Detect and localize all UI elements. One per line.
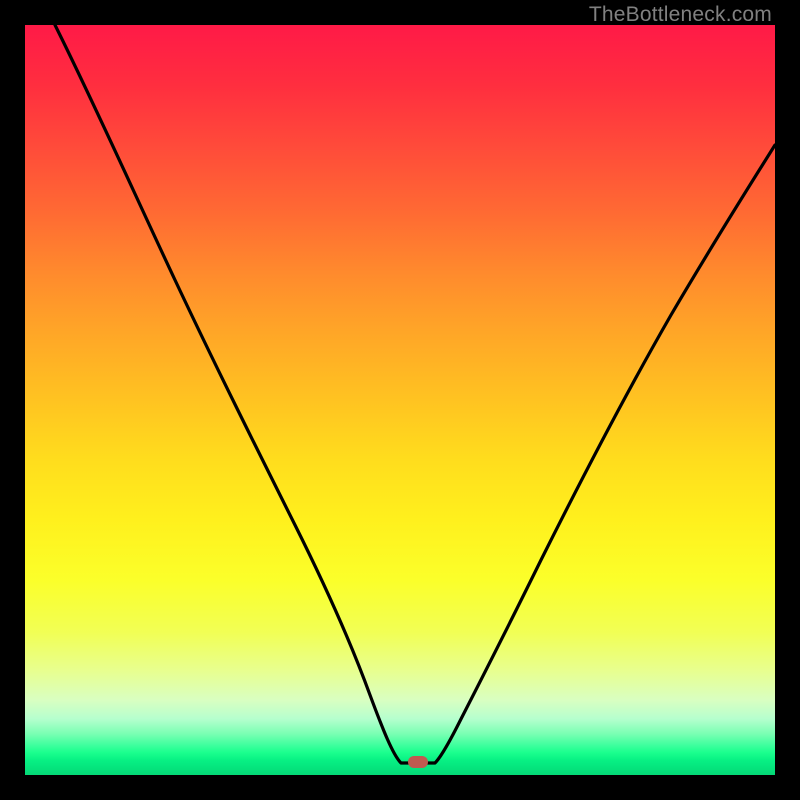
- chart-frame: TheBottleneck.com: [0, 0, 800, 800]
- bottleneck-curve: [25, 25, 775, 775]
- plot-area: [25, 25, 775, 775]
- curve-path: [55, 25, 775, 763]
- watermark-text: TheBottleneck.com: [589, 3, 772, 27]
- optimum-marker: [408, 756, 428, 768]
